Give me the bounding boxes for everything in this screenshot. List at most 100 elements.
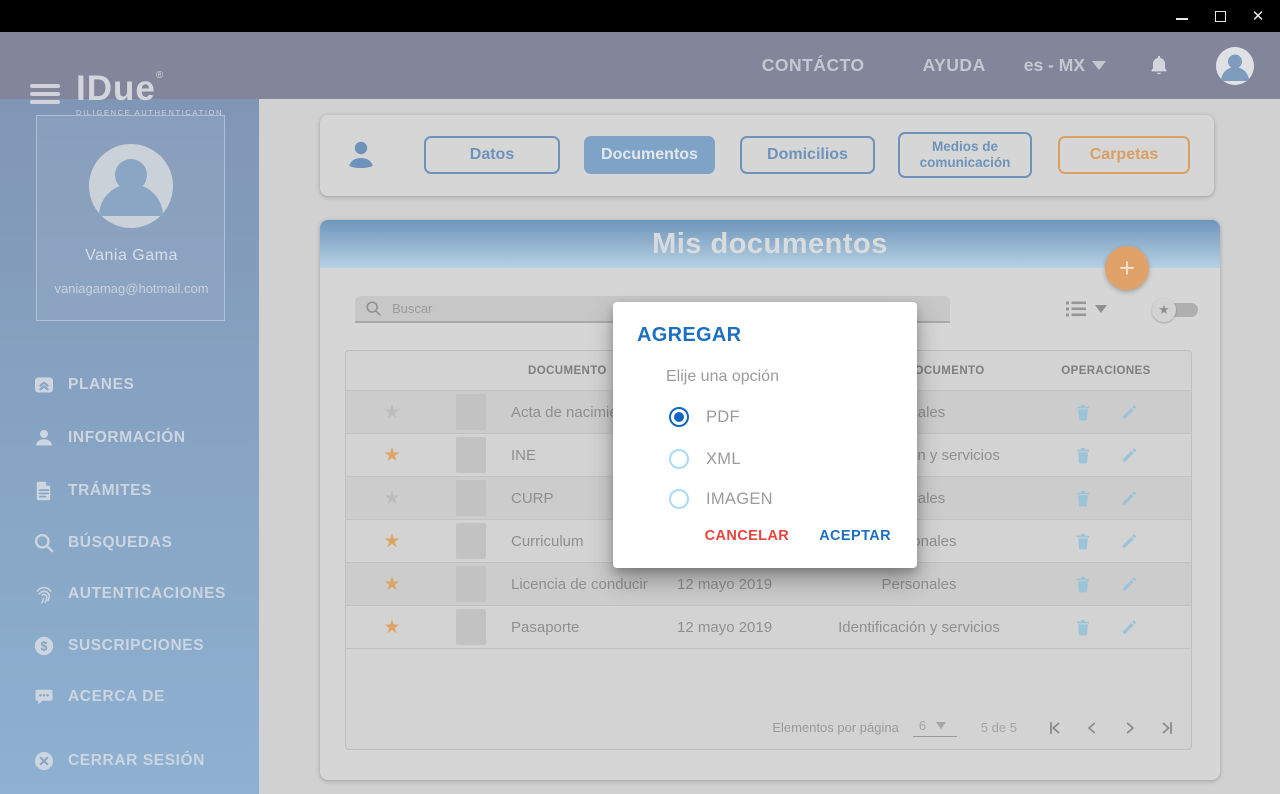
sidebar-item-label: INFORMACIÓN [68,429,186,447]
maximize-icon[interactable] [1212,8,1228,24]
tab-medios-de-comunicacion[interactable]: Medios de comunicación [898,132,1032,178]
radio-icon[interactable] [669,449,689,469]
star-icon[interactable] [346,616,438,639]
sidebar-item-label: ACERCA DE [68,688,165,706]
profile-avatar [89,144,173,228]
sidebar-item-autenticaciones[interactable]: AUTENTICACIONES [33,581,226,607]
app-window: ✕ IDue® DILIGENCE AUTHENTICATION CONTÁCT… [0,0,1280,794]
accept-button[interactable]: ACEPTAR [819,528,891,544]
star-icon[interactable] [346,530,438,553]
option-label: IMAGEN [706,490,773,509]
option-xml[interactable]: XML [669,449,741,469]
svg-text:$: $ [41,639,48,653]
logo-subtitle: DILIGENCE AUTHENTICATION [76,108,223,117]
delete-icon[interactable] [1073,617,1093,638]
sidebar-item-acerca-de[interactable]: ACERCA DE [33,684,165,710]
chevron-down-icon [1095,305,1107,313]
document-name: Licencia de conducir [511,576,677,593]
section-tabs-card: Datos Documentos Domicilios Medios de co… [320,115,1214,196]
document-name: Pasaporte [511,619,677,636]
edit-icon[interactable] [1119,531,1139,552]
language-label: es - MX [1024,55,1085,76]
document-type: Personales [817,576,1021,593]
profile-name: Vania Gama [37,247,226,265]
radio-icon[interactable] [669,407,689,427]
user-avatar[interactable] [1216,47,1254,85]
sidebar-item-tramites[interactable]: TRÁMITES [33,478,152,504]
sidebar-item-suscripciones[interactable]: $ SUSCRIPCIONES [33,633,204,659]
profile-card: Vania Gama vaniagamag@hotmail.com [36,115,225,321]
user-icon [33,427,55,449]
table-row: Pasaporte 12 mayo 2019 Identificación y … [346,606,1191,649]
edit-icon[interactable] [1119,488,1139,509]
previous-page-icon[interactable] [1083,719,1101,737]
cancel-button[interactable]: CANCELAR [705,528,790,544]
document-thumbnail [456,394,486,430]
delete-icon[interactable] [1073,445,1093,466]
view-mode-selector[interactable] [1065,300,1107,318]
option-pdf[interactable]: PDF [669,407,740,427]
logo-text: IDue [76,69,156,108]
nav-ayuda[interactable]: AYUDA [923,55,986,76]
next-page-icon[interactable] [1121,719,1139,737]
sidebar-item-label: BÚSQUEDAS [68,534,172,552]
app-header: IDue® DILIGENCE AUTHENTICATION CONTÁCTO … [0,32,1280,99]
hamburger-menu-icon[interactable] [30,84,60,108]
tab-domicilios[interactable]: Domicilios [740,136,875,174]
delete-icon[interactable] [1073,402,1093,423]
last-page-icon[interactable] [1159,719,1177,737]
document-thumbnail [456,609,486,645]
sidebar-item-label: SUSCRIPCIONES [68,637,204,655]
document-icon [33,480,55,502]
document-date: 12 mayo 2019 [677,619,817,636]
sidebar-item-label: PLANES [68,376,134,394]
delete-icon[interactable] [1073,531,1093,552]
language-selector[interactable]: es - MX [1024,55,1106,76]
option-label: XML [706,450,741,469]
star-icon[interactable] [346,401,438,424]
star-icon[interactable] [346,573,438,596]
chat-icon [33,686,55,708]
tab-carpetas[interactable]: Carpetas [1058,136,1190,174]
radio-icon[interactable] [669,489,689,509]
titlebar: ✕ [0,0,1280,32]
edit-icon[interactable] [1119,617,1139,638]
logout-icon [33,750,55,772]
star-icon[interactable] [346,487,438,510]
delete-icon[interactable] [1073,574,1093,595]
sidebar-item-label: TRÁMITES [68,482,152,500]
sidebar-item-informacion[interactable]: INFORMACIÓN [33,425,186,451]
sidebar-item-cerrar-sesion[interactable]: CERRAR SESIÓN [33,748,205,774]
first-page-icon[interactable] [1045,719,1063,737]
option-imagen[interactable]: IMAGEN [669,489,773,509]
nav-contacto[interactable]: CONTÁCTO [762,55,865,76]
star-icon: ★ [1152,298,1176,322]
sidebar-item-label: AUTENTICACIONES [68,585,226,603]
edit-icon[interactable] [1119,574,1139,595]
items-per-page-select[interactable]: 6 [913,718,957,737]
edit-icon[interactable] [1119,402,1139,423]
notifications-bell-icon[interactable] [1148,54,1170,78]
chevron-down-icon [1092,61,1106,70]
dialog-title: AGREGAR [637,324,741,347]
page-range-label: 5 de 5 [981,720,1017,735]
star-icon[interactable] [346,444,438,467]
registered-mark: ® [156,70,163,81]
person-icon [346,139,376,171]
tab-datos[interactable]: Datos [424,136,560,174]
sidebar-item-planes[interactable]: PLANES [33,372,134,398]
document-date: 12 mayo 2019 [677,576,817,593]
column-header-operaciones: OPERACIONES [1021,365,1191,377]
chevron-down-icon [936,722,946,729]
close-icon[interactable]: ✕ [1250,8,1266,24]
dollar-icon: $ [33,635,55,657]
delete-icon[interactable] [1073,488,1093,509]
add-document-button[interactable]: + [1105,246,1149,290]
favorites-filter-toggle[interactable]: ★ [1152,297,1200,323]
minimize-icon[interactable] [1174,8,1190,24]
search-icon [365,300,382,317]
tab-documentos[interactable]: Documentos [584,136,715,174]
items-per-page-value: 6 [919,718,926,733]
sidebar-item-busquedas[interactable]: BÚSQUEDAS [33,530,172,556]
edit-icon[interactable] [1119,445,1139,466]
